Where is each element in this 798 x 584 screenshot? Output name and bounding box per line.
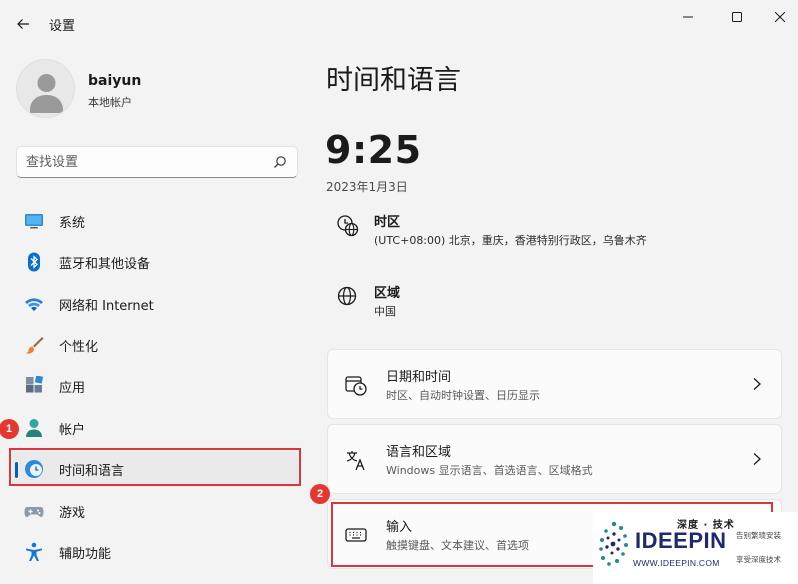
globe-icon bbox=[337, 286, 357, 306]
monitor-icon bbox=[25, 214, 43, 229]
calendar-clock-icon bbox=[345, 376, 367, 396]
sidebar-item-label: 个性化 bbox=[59, 340, 99, 355]
sidebar-item-label: 蓝牙和其他设备 bbox=[59, 257, 151, 272]
sidebar-item-label: 系统 bbox=[59, 216, 86, 231]
current-date: 2023年1月3日 bbox=[326, 180, 408, 194]
ideepin-logo-icon bbox=[599, 521, 628, 566]
sidebar-item-personalization[interactable]: 个性化 bbox=[12, 327, 298, 363]
sidebar-item-label: 时间和语言 bbox=[59, 464, 125, 479]
gamepad-icon bbox=[24, 507, 44, 517]
region-info: 区域 中国 bbox=[336, 285, 776, 325]
search-icon[interactable] bbox=[273, 155, 287, 169]
step-badge: 1 bbox=[0, 419, 19, 439]
timezone-title: 时区 bbox=[374, 215, 401, 230]
card-subtitle: 触摸键盘、文本建议、首选项 bbox=[386, 539, 529, 552]
watermark-url: WWW.IDEEPIN.COM bbox=[633, 558, 720, 568]
maximize-icon bbox=[732, 12, 742, 22]
keyboard-icon bbox=[345, 528, 367, 542]
card-date-time[interactable]: 日期和时间 时区、自动时钟设置、日历显示 bbox=[327, 349, 782, 419]
card-language-region[interactable]: 语言和区域 Windows 显示语言、首选语言、区域格式 bbox=[327, 424, 782, 494]
timezone-value: (UTC+08:00) 北京，重庆，香港特别行政区，乌鲁木齐 bbox=[374, 234, 647, 247]
wifi-icon bbox=[25, 298, 43, 311]
close-icon bbox=[775, 12, 785, 22]
region-value: 中国 bbox=[374, 305, 396, 318]
sidebar-item-bluetooth[interactable]: 蓝牙和其他设备 bbox=[12, 244, 298, 280]
maximize-button[interactable] bbox=[715, 2, 759, 32]
timezone-icon bbox=[337, 215, 359, 237]
watermark-slogan: 告别繁琐安装 bbox=[736, 531, 781, 540]
current-time: 9:25 bbox=[325, 128, 422, 172]
watermark-slogan: 享受深度技术 bbox=[736, 555, 781, 564]
sidebar-item-label: 游戏 bbox=[59, 506, 86, 521]
account-type: 本地帐户 bbox=[88, 96, 132, 109]
watermark: 深度 · 技术 IDEEPIN WWW.IDEEPIN.COM 告别繁琐安装 享… bbox=[593, 512, 798, 584]
language-icon bbox=[346, 451, 365, 471]
card-subtitle: Windows 显示语言、首选语言、区域格式 bbox=[386, 464, 593, 477]
sidebar-item-system[interactable]: 系统 bbox=[12, 203, 298, 239]
bluetooth-icon bbox=[28, 252, 40, 272]
person-icon bbox=[26, 419, 42, 437]
sidebar-item-label: 网络和 Internet bbox=[59, 299, 154, 314]
brush-icon bbox=[25, 337, 44, 354]
sidebar-item-gaming[interactable]: 游戏 bbox=[12, 493, 298, 529]
sidebar-item-label: 应用 bbox=[59, 381, 86, 396]
card-subtitle: 时区、自动时钟设置、日历显示 bbox=[386, 389, 540, 402]
step-badge: 2 bbox=[310, 484, 330, 504]
arrow-left-icon bbox=[17, 19, 29, 29]
card-title: 日期和时间 bbox=[386, 370, 452, 385]
title-bar: 设置 bbox=[0, 0, 798, 46]
sidebar-item-time-language[interactable]: 时间和语言 bbox=[12, 451, 298, 487]
search-input[interactable] bbox=[26, 152, 261, 172]
user-name: baiyun bbox=[88, 73, 142, 89]
selection-indicator bbox=[15, 462, 18, 478]
close-button[interactable] bbox=[758, 2, 798, 32]
sidebar-item-accessibility[interactable]: 辅助功能 bbox=[12, 534, 298, 570]
apps-icon bbox=[26, 376, 44, 393]
search-box[interactable] bbox=[16, 146, 298, 178]
region-title: 区域 bbox=[374, 286, 401, 301]
card-title: 语言和区域 bbox=[386, 445, 452, 460]
sidebar-item-accounts[interactable]: 帐户 bbox=[12, 410, 298, 446]
window-title: 设置 bbox=[49, 19, 76, 34]
back-button[interactable] bbox=[8, 9, 38, 39]
sidebar-item-label: 帐户 bbox=[59, 423, 86, 438]
page-title: 时间和语言 bbox=[326, 65, 461, 96]
user-icon bbox=[30, 74, 63, 113]
clock-globe-icon bbox=[25, 460, 43, 478]
sidebar-item-network[interactable]: 网络和 Internet bbox=[12, 286, 298, 322]
chevron-right-icon bbox=[753, 378, 761, 390]
timezone-info: 时区 (UTC+08:00) 北京，重庆，香港特别行政区，乌鲁木齐 bbox=[336, 214, 776, 254]
minimize-button[interactable] bbox=[666, 2, 710, 32]
minimize-icon bbox=[683, 16, 693, 18]
watermark-brand: IDEEPIN bbox=[635, 528, 727, 553]
avatar[interactable] bbox=[16, 59, 75, 118]
sidebar-item-apps[interactable]: 应用 bbox=[12, 368, 298, 404]
sidebar-item-label: 辅助功能 bbox=[59, 547, 112, 562]
chevron-right-icon bbox=[753, 453, 761, 465]
card-title: 输入 bbox=[386, 520, 413, 535]
accessibility-icon bbox=[26, 542, 42, 561]
